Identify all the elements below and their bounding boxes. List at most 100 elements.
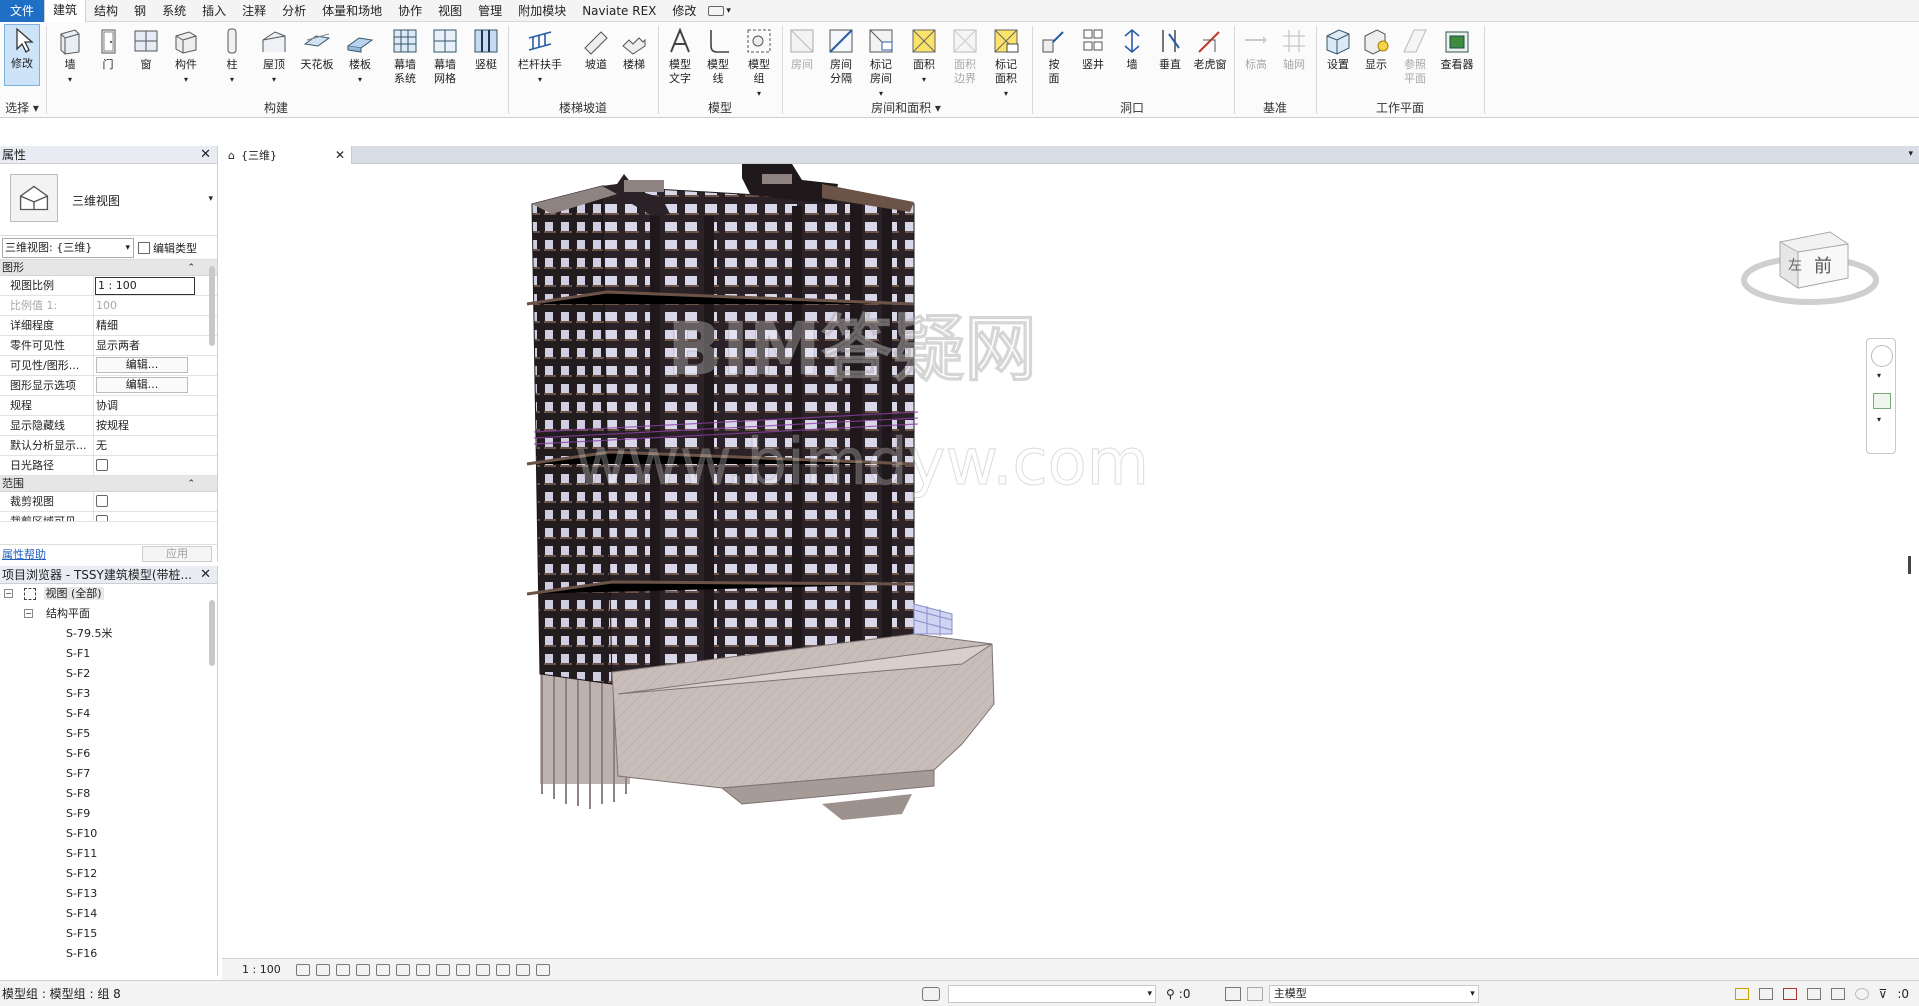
prop-row-discipline[interactable]: 规程 协调	[0, 396, 217, 416]
menu-steel[interactable]: 钢	[126, 0, 154, 22]
menu-analyze[interactable]: 分析	[274, 0, 314, 22]
section-extents[interactable]: 范围 ⌃	[0, 476, 217, 492]
door-button[interactable]: 门	[90, 26, 126, 102]
close-icon[interactable]: ✕	[200, 566, 211, 584]
area-boundary-button[interactable]: 面积 边界	[946, 26, 984, 102]
workset-select[interactable]: ▾	[948, 984, 1156, 1003]
prop-row-hidden-lines[interactable]: 显示隐藏线 按规程	[0, 416, 217, 436]
modify-button[interactable]: 修改	[4, 24, 40, 86]
chevron-down-icon[interactable]: ▾	[1877, 415, 1881, 424]
tree-item-plan[interactable]: S-F14	[0, 904, 217, 924]
select-underlay-icon[interactable]	[1758, 987, 1773, 1000]
editable-only-icon[interactable]	[1246, 986, 1263, 1001]
tree-node-structural-plans[interactable]: − 结构平面	[0, 604, 217, 624]
tree-item-plan[interactable]: S-F2	[0, 664, 217, 684]
detail-level-icon[interactable]	[296, 963, 310, 976]
view-instance-select[interactable]: 三维视图: {三维} ▾	[2, 237, 134, 258]
viewcube[interactable]: 左 前	[1740, 222, 1880, 312]
collapse-toggle-icon[interactable]: −	[4, 589, 13, 598]
tree-item-plan[interactable]: S-F6	[0, 744, 217, 764]
set-workplane-button[interactable]: 设置	[1320, 26, 1356, 102]
tag-room-button[interactable]: 标记 房间 ▾	[862, 26, 900, 102]
menu-collaborate[interactable]: 协作	[390, 0, 430, 22]
menu-naviate-rex[interactable]: Naviate REX	[574, 0, 664, 22]
prop-row-parts-visibility[interactable]: 零件可见性 显示两者	[0, 336, 217, 356]
menu-file[interactable]: 文件	[0, 0, 45, 22]
type-selector[interactable]: 三维视图 ▾	[0, 164, 217, 236]
tag-area-button[interactable]: 标记 面积 ▾	[986, 26, 1026, 102]
mullion-button[interactable]: 竖梃	[468, 26, 504, 102]
tree-item-plan[interactable]: S-F13	[0, 884, 217, 904]
grid-button[interactable]: 轴网	[1276, 26, 1312, 102]
tree-item-plan[interactable]: S-F1	[0, 644, 217, 664]
room-separator-button[interactable]: 房间 分隔	[822, 26, 860, 102]
tree-item-plan[interactable]: S-79.5米	[0, 624, 217, 644]
graphic-display-edit-button[interactable]: 编辑...	[96, 377, 188, 393]
canvas-scroll-indicator[interactable]	[1908, 556, 1911, 574]
section-graphics[interactable]: 图形 ⌃	[0, 260, 217, 276]
visual-style-icon[interactable]	[316, 963, 330, 976]
menu-addins[interactable]: 附加模块	[510, 0, 574, 22]
temporary-hide-icon[interactable]	[456, 963, 470, 976]
tree-item-plan[interactable]: S-F10	[0, 824, 217, 844]
panel-room-area-label[interactable]: 房间和面积 ▾	[784, 100, 1028, 116]
menu-annotate[interactable]: 注释	[234, 0, 274, 22]
menu-systems[interactable]: 系统	[154, 0, 194, 22]
sun-path-icon[interactable]	[336, 963, 350, 976]
stair-button[interactable]: 楼梯	[616, 26, 652, 102]
viewer-button[interactable]: 查看器	[1436, 26, 1478, 102]
wall-opening-button[interactable]: 墙	[1114, 26, 1150, 102]
menu-manage[interactable]: 管理	[470, 0, 510, 22]
tree-node-views[interactable]: − 视图 (全部)	[0, 584, 217, 604]
drag-on-selection-icon[interactable]	[1830, 987, 1845, 1000]
tree-item-plan[interactable]: S-F8	[0, 784, 217, 804]
crop-view-icon[interactable]	[396, 963, 410, 976]
menu-massing-site[interactable]: 体量和场地	[314, 0, 390, 22]
properties-help-link[interactable]: 属性帮助	[2, 546, 46, 562]
lock-view-icon[interactable]	[436, 963, 450, 976]
reveal-hidden-icon[interactable]	[476, 963, 490, 976]
analytical-model-icon[interactable]	[496, 963, 510, 976]
ref-plane-button[interactable]: 参照 平面	[1396, 26, 1434, 102]
tree-item-plan[interactable]: S-F15	[0, 924, 217, 944]
prop-row-view-scale[interactable]: 视图比例 1 : 100	[0, 276, 217, 296]
model-text-button[interactable]: 模型 文字	[662, 26, 698, 102]
close-icon[interactable]: ✕	[200, 146, 211, 164]
view-scale-field[interactable]: 1 : 100	[95, 277, 195, 295]
properties-scrollbar[interactable]	[209, 266, 215, 346]
workset-icon[interactable]	[922, 986, 940, 1001]
chevron-down-icon[interactable]: ▾	[1908, 149, 1913, 159]
show-workplane-button[interactable]: 显示	[1358, 26, 1394, 102]
vertical-opening-button[interactable]: 垂直	[1152, 26, 1188, 102]
prop-row-detail-level[interactable]: 详细程度 精细	[0, 316, 217, 336]
model-group-button[interactable]: 模型 组 ▾	[740, 26, 778, 102]
steering-wheel-icon[interactable]	[1871, 345, 1893, 367]
component-button[interactable]: 构件 ▾	[166, 26, 206, 102]
view-tab-3d[interactable]: ⌂ {三维} ✕	[222, 146, 352, 164]
menu-modify[interactable]: 修改	[664, 0, 704, 22]
filter-icon[interactable]: ⊽	[1879, 987, 1888, 1001]
select-by-face-icon[interactable]	[1806, 987, 1821, 1000]
render-icon[interactable]	[376, 963, 390, 976]
design-option-select[interactable]: 主模型 ▾	[1268, 984, 1479, 1003]
ceiling-button[interactable]: 天花板	[296, 26, 338, 102]
tree-item-plan[interactable]: S-F11	[0, 844, 217, 864]
tree-item-plan[interactable]: S-F3	[0, 684, 217, 704]
ramp-button[interactable]: 坡道	[578, 26, 614, 102]
column-button[interactable]: 柱 ▾	[214, 26, 250, 102]
panel-select-label[interactable]: 选择 ▾	[0, 100, 44, 116]
visibility-graphics-edit-button[interactable]: 编辑...	[96, 357, 188, 373]
view-scale-selector[interactable]: 1 : 100	[242, 963, 296, 976]
tree-item-plan[interactable]: S-F5	[0, 724, 217, 744]
shadows-icon[interactable]	[356, 963, 370, 976]
window-button[interactable]: 窗	[128, 26, 164, 102]
building-model[interactable]: BIM答疑网 www.bimdyw.com	[222, 164, 1919, 958]
chevron-down-icon[interactable]: ▾	[1877, 371, 1881, 380]
reveal-constraints-icon[interactable]	[536, 963, 550, 976]
collapse-toggle-icon[interactable]: −	[24, 609, 33, 618]
curtain-system-button[interactable]: 幕墙 系统	[386, 26, 424, 102]
tree-item-plan[interactable]: S-F7	[0, 764, 217, 784]
railing-button[interactable]: 栏杆扶手 ▾	[514, 26, 566, 102]
room-button[interactable]: 房间	[784, 26, 820, 102]
curtain-grid-button[interactable]: 幕墙 网格	[426, 26, 464, 102]
